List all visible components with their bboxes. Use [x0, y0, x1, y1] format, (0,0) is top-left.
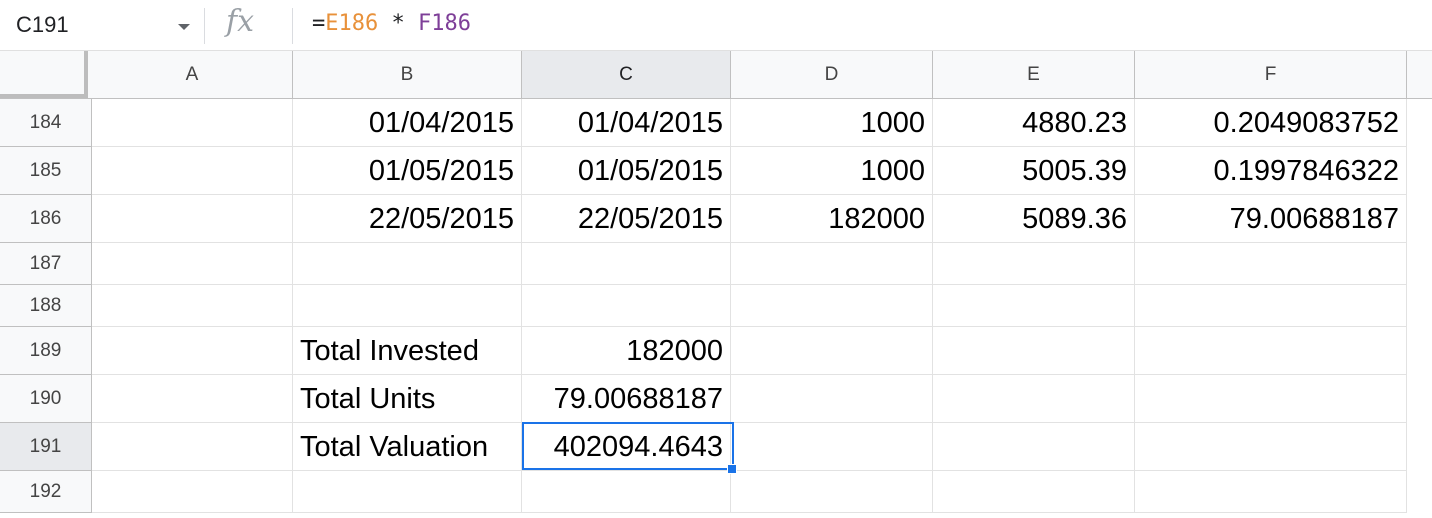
row-header-191[interactable]: 191 — [0, 423, 92, 471]
column-header-b[interactable]: B — [293, 51, 522, 98]
cell-e189[interactable] — [933, 327, 1135, 375]
cell-e191[interactable] — [933, 423, 1135, 471]
cell-f187[interactable] — [1135, 243, 1407, 285]
cell-b184[interactable]: 01/04/2015 — [293, 99, 522, 147]
fill-handle[interactable] — [727, 464, 737, 474]
name-box[interactable]: C191 — [0, 0, 204, 50]
formula-prefix: = — [312, 11, 326, 36]
cell-d187[interactable] — [731, 243, 933, 285]
column-header-e[interactable]: E — [933, 51, 1135, 98]
cell-d186[interactable]: 182000 — [731, 195, 933, 243]
cell-a189[interactable] — [92, 327, 293, 375]
dropdown-caret-icon[interactable] — [178, 24, 190, 30]
cell-f188[interactable] — [1135, 285, 1407, 327]
cell-d190[interactable] — [731, 375, 933, 423]
select-all-corner[interactable] — [0, 51, 88, 98]
row-header-189[interactable]: 189 — [0, 327, 92, 375]
cell-a187[interactable] — [92, 243, 293, 285]
cell-a191[interactable] — [92, 423, 293, 471]
cell-d188[interactable] — [731, 285, 933, 327]
cell-c184[interactable]: 01/04/2015 — [522, 99, 731, 147]
cell-c189[interactable]: 182000 — [522, 327, 731, 375]
fx-icon: fx — [226, 4, 255, 39]
row-header-190[interactable]: 190 — [0, 375, 92, 423]
cell-a192[interactable] — [92, 471, 293, 513]
row-header-185[interactable]: 185 — [0, 147, 92, 195]
cell-e186[interactable]: 5089.36 — [933, 195, 1135, 243]
row-header-188[interactable]: 188 — [0, 285, 92, 327]
cell-c191[interactable]: 402094.4643 — [522, 423, 731, 471]
row-header-184[interactable]: 184 — [0, 99, 92, 147]
cell-a186[interactable] — [92, 195, 293, 243]
name-box-value: C191 — [16, 12, 69, 37]
cell-d192[interactable] — [731, 471, 933, 513]
cell-c188[interactable] — [522, 285, 731, 327]
cell-f185[interactable]: 0.1997846322 — [1135, 147, 1407, 195]
cell-b190[interactable]: Total Units — [293, 375, 522, 423]
row-header-192[interactable]: 192 — [0, 471, 92, 513]
cell-b185[interactable]: 01/05/2015 — [293, 147, 522, 195]
divider — [204, 8, 205, 44]
cell-e188[interactable] — [933, 285, 1135, 327]
cell-b188[interactable] — [293, 285, 522, 327]
cell-d189[interactable] — [731, 327, 933, 375]
column-headers: A B C D E F — [0, 51, 1432, 99]
cell-e192[interactable] — [933, 471, 1135, 513]
cell-e184[interactable]: 4880.23 — [933, 99, 1135, 147]
cell-f190[interactable] — [1135, 375, 1407, 423]
cell-f184[interactable]: 0.2049083752 — [1135, 99, 1407, 147]
cell-c190[interactable]: 79.00688187 — [522, 375, 731, 423]
cell-f186[interactable]: 79.00688187 — [1135, 195, 1407, 243]
row-header-187[interactable]: 187 — [0, 243, 92, 285]
cell-a190[interactable] — [92, 375, 293, 423]
cell-a185[interactable] — [92, 147, 293, 195]
cell-b186[interactable]: 22/05/2015 — [293, 195, 522, 243]
divider — [292, 8, 293, 44]
cell-d185[interactable]: 1000 — [731, 147, 933, 195]
cell-a184[interactable] — [92, 99, 293, 147]
formula-input[interactable]: =E186 * F186 — [312, 11, 471, 36]
column-header-a[interactable]: A — [92, 51, 293, 98]
formula-bar: C191 fx =E186 * F186 — [0, 0, 1432, 51]
cell-a188[interactable] — [92, 285, 293, 327]
cell-c192[interactable] — [522, 471, 731, 513]
column-header-f[interactable]: F — [1135, 51, 1407, 98]
column-header-d[interactable]: D — [731, 51, 933, 98]
cell-f189[interactable] — [1135, 327, 1407, 375]
cell-f192[interactable] — [1135, 471, 1407, 513]
cell-b191[interactable]: Total Valuation — [293, 423, 522, 471]
column-header-c[interactable]: C — [522, 51, 731, 98]
cell-f191[interactable] — [1135, 423, 1407, 471]
formula-operator: * — [378, 11, 418, 36]
cell-b187[interactable] — [293, 243, 522, 285]
formula-ref-e186: E186 — [325, 11, 379, 36]
cell-e185[interactable]: 5005.39 — [933, 147, 1135, 195]
row-header-186[interactable]: 186 — [0, 195, 92, 243]
cell-b189[interactable]: Total Invested — [293, 327, 522, 375]
cell-d191[interactable] — [731, 423, 933, 471]
formula-ref-f186: F186 — [417, 11, 471, 36]
cell-e190[interactable] — [933, 375, 1135, 423]
cell-d184[interactable]: 1000 — [731, 99, 933, 147]
cell-c185[interactable]: 01/05/2015 — [522, 147, 731, 195]
cell-c187[interactable] — [522, 243, 731, 285]
cell-e187[interactable] — [933, 243, 1135, 285]
cell-c186[interactable]: 22/05/2015 — [522, 195, 731, 243]
cell-b192[interactable] — [293, 471, 522, 513]
